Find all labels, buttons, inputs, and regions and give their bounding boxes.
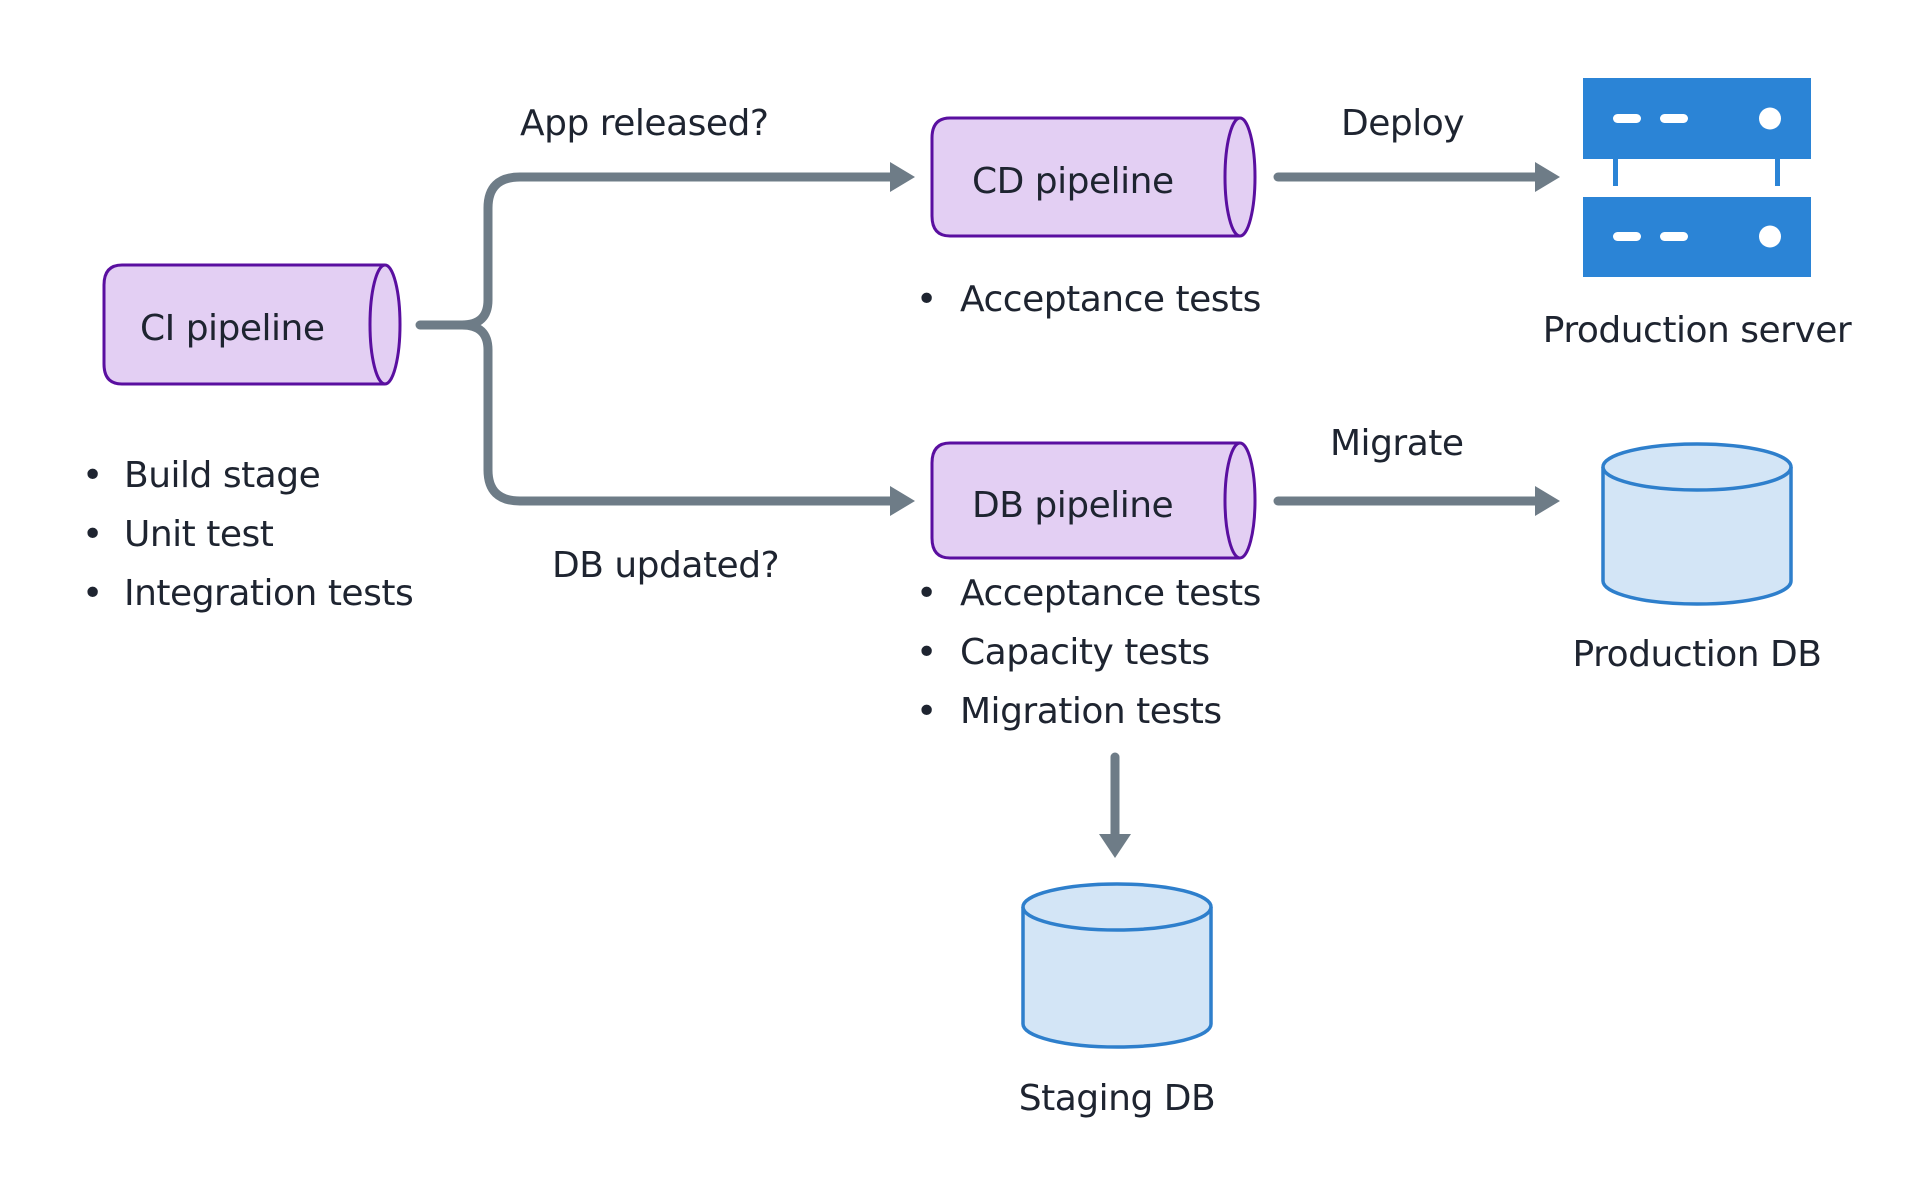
- production-db-node[interactable]: Production DB: [1573, 442, 1822, 675]
- arrowhead-deploy: [1535, 162, 1560, 192]
- bullet-glyph: •: [916, 279, 937, 320]
- bullet-glyph: •: [82, 455, 103, 496]
- db-bullet-capacity-tests: Capacity tests: [960, 632, 1210, 673]
- bullet-glyph: •: [916, 632, 937, 673]
- cd-pipeline-label: CD pipeline: [972, 161, 1174, 202]
- production-server-label: Production server: [1543, 310, 1852, 351]
- production-server-node[interactable]: Production server: [1543, 78, 1852, 351]
- arrowhead-staging: [1099, 834, 1131, 858]
- ci-pipeline-node[interactable]: CI pipeline: [102, 263, 402, 386]
- production-db-label: Production DB: [1573, 634, 1822, 675]
- db-pipeline-bullets: • Acceptance tests • Capacity tests • Mi…: [916, 573, 1261, 732]
- arrowhead-app-released: [890, 162, 915, 192]
- bullet-glyph: •: [82, 514, 103, 555]
- server-icon: [1583, 78, 1811, 277]
- database-icon: [1021, 882, 1213, 1049]
- db-bullet-acceptance-tests: Acceptance tests: [960, 573, 1261, 614]
- arrowhead-migrate: [1535, 486, 1560, 516]
- ci-bullet-unit-test: Unit test: [124, 514, 274, 555]
- database-icon: [1601, 442, 1793, 606]
- ci-pipeline-cylinder-end: [368, 263, 402, 386]
- edge-label-app-released: App released?: [520, 103, 769, 144]
- cd-pipeline-node[interactable]: CD pipeline: [930, 116, 1257, 238]
- staging-db-label: Staging DB: [1019, 1078, 1215, 1119]
- pipeline-diagram: App released? DB updated? Deploy Migrate…: [82, 78, 1852, 1119]
- cd-bullet-acceptance-tests: Acceptance tests: [960, 279, 1261, 320]
- ci-bullet-integration-tests: Integration tests: [124, 573, 413, 614]
- db-pipeline-label: DB pipeline: [972, 485, 1173, 526]
- edge-label-db-updated: DB updated?: [552, 545, 779, 586]
- arrowhead-db-updated: [890, 486, 915, 516]
- db-pipeline-cylinder-end: [1223, 441, 1257, 560]
- edge-label-migrate: Migrate: [1330, 423, 1464, 464]
- ci-pipeline-bullets: • Build stage • Unit test • Integration …: [82, 455, 414, 614]
- bullet-glyph: •: [916, 573, 937, 614]
- db-bullet-migration-tests: Migration tests: [960, 691, 1222, 732]
- ci-bullet-build-stage: Build stage: [124, 455, 320, 496]
- db-pipeline-node[interactable]: DB pipeline: [930, 441, 1257, 560]
- cd-pipeline-cylinder-end: [1223, 116, 1257, 238]
- bullet-glyph: •: [916, 691, 937, 732]
- staging-db-node[interactable]: Staging DB: [1019, 882, 1216, 1119]
- cd-pipeline-bullets: • Acceptance tests: [916, 279, 1261, 320]
- edge-label-deploy: Deploy: [1341, 103, 1464, 144]
- ci-branch-connector: [415, 172, 897, 506]
- ci-pipeline-label: CI pipeline: [140, 308, 325, 349]
- bullet-glyph: •: [82, 573, 103, 614]
